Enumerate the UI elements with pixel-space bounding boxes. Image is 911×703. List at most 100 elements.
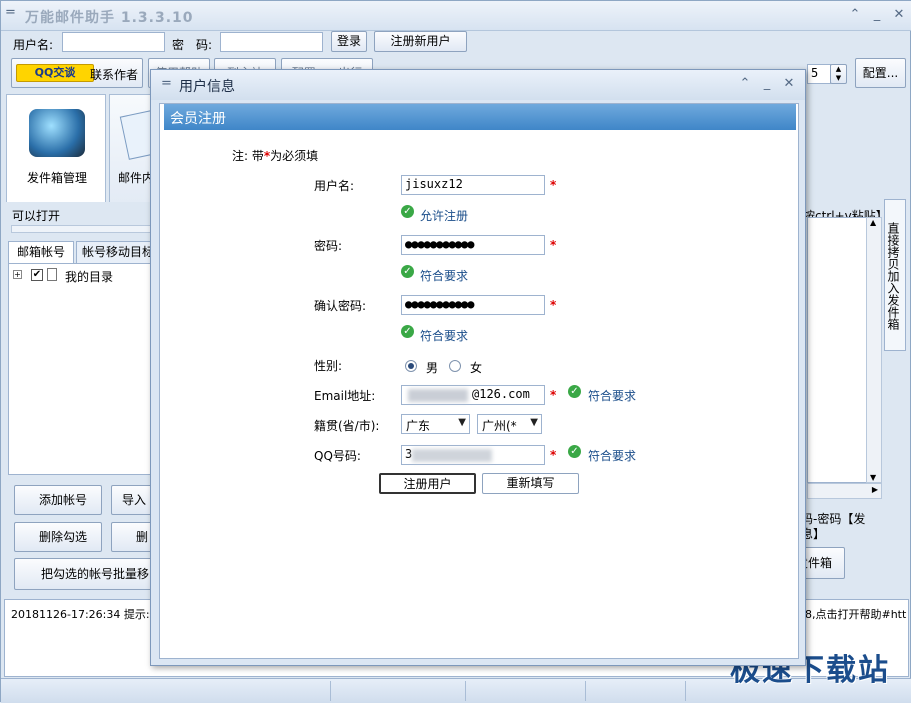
- confirm-password-status: 符合要求: [420, 329, 469, 343]
- check-ok-icon: ✓: [568, 445, 581, 458]
- dialog-close-icon[interactable]: ✕: [781, 76, 797, 92]
- horizontal-scrollbar[interactable]: ▶: [807, 483, 882, 499]
- dialog-titlebar: = 用户信息 ⌃ _ ✕: [151, 70, 805, 100]
- gender-female-label: 女: [470, 361, 483, 375]
- status-cell: [331, 681, 466, 701]
- right-list[interactable]: [807, 217, 867, 483]
- email-label: Email地址:: [314, 389, 376, 403]
- main-titlebar: = 万能邮件助手 1.3.3.10 ⌃ _ ✕: [1, 1, 911, 31]
- delete-checked-button[interactable]: 删除勾选: [14, 522, 102, 552]
- section-header: 会员注册: [164, 104, 796, 130]
- outbox-icon: [29, 109, 85, 157]
- dialog-collapse-icon[interactable]: ⌃: [737, 76, 753, 92]
- email-input[interactable]: @126.com: [401, 385, 545, 405]
- batch-move-button[interactable]: 把勾选的帐号批量移: [14, 558, 161, 590]
- username-input[interactable]: jisuxz12: [401, 175, 545, 195]
- add-account-label: 添加帐号: [38, 493, 87, 507]
- scroll-up-icon[interactable]: ▲: [870, 218, 876, 227]
- dropdown-arrow-icon: ▼: [458, 417, 466, 428]
- note-prefix: 注: 带: [232, 149, 264, 163]
- tab-paste-to-outbox[interactable]: 直接拷贝加入发件箱: [884, 199, 906, 351]
- spin-input[interactable]: 5: [807, 64, 831, 84]
- close-icon[interactable]: ✕: [891, 7, 907, 23]
- status-cell: [1, 681, 331, 701]
- qq-chat-icon: QQ交谈: [16, 64, 94, 82]
- file-icon: [47, 268, 57, 281]
- tab-mail-content-label: 邮件内: [118, 171, 155, 185]
- email-status: 符合要求: [588, 389, 637, 403]
- check-ok-icon: ✓: [568, 385, 581, 398]
- origin-label: 籍贯(省/市):: [314, 419, 380, 433]
- qq-status: 符合要求: [588, 449, 637, 463]
- window-title: 万能邮件助手 1.3.3.10: [25, 10, 194, 26]
- city-value: 广州(*: [482, 419, 517, 433]
- minimize-icon[interactable]: _: [869, 7, 885, 23]
- check-ok-icon: ✓: [401, 265, 414, 278]
- scroll-down-icon[interactable]: ▼: [870, 473, 876, 482]
- log-help-link[interactable]: 8,点击打开帮助#htt: [805, 606, 906, 622]
- login-username-label: 用户名:: [13, 38, 54, 52]
- login-password-label: 密 码:: [172, 38, 213, 52]
- user-info-dialog: = 用户信息 ⌃ _ ✕ 会员注册 注: 带*为必须填 用户名: jisuxz1…: [150, 69, 806, 666]
- scroll-right-icon[interactable]: ▶: [872, 485, 878, 494]
- status-cell: [586, 681, 686, 701]
- login-password-input[interactable]: [220, 32, 323, 52]
- dialog-body: 会员注册 注: 带*为必须填 用户名: jisuxz12 * ✓ 允许注册 密码…: [159, 103, 799, 659]
- dropdown-arrow-icon: ▼: [530, 417, 538, 428]
- tab-outbox-label: 发件箱管理: [26, 171, 87, 185]
- contact-author-button[interactable]: QQ交谈 联系作者: [11, 58, 143, 88]
- dialog-menu-icon[interactable]: =: [161, 76, 172, 91]
- register-new-user-button[interactable]: 注册新用户: [374, 31, 467, 52]
- collapse-icon[interactable]: ⌃: [847, 7, 863, 23]
- tree-root-label: 我的目录: [65, 270, 114, 284]
- confirm-password-label: 确认密码:: [314, 299, 367, 313]
- password-label: 密码:: [314, 239, 343, 253]
- province-value: 广东: [406, 419, 431, 433]
- required-star: *: [550, 238, 557, 252]
- contact-author-label: 联系作者: [90, 68, 139, 82]
- email-value: @126.com: [472, 387, 530, 401]
- username-label: 用户名:: [314, 179, 355, 193]
- login-username-input[interactable]: [62, 32, 165, 52]
- note-suffix: 为必须填: [270, 149, 319, 163]
- password-input[interactable]: ●●●●●●●●●●●: [401, 235, 545, 255]
- gender-male-label: 男: [426, 361, 439, 375]
- add-account-button[interactable]: 添加帐号: [14, 485, 102, 515]
- check-ok-icon: ✓: [401, 325, 414, 338]
- reset-form-button[interactable]: 重新填写: [482, 473, 579, 494]
- gender-female-radio[interactable]: [449, 360, 461, 372]
- confirm-password-input[interactable]: ●●●●●●●●●●●: [401, 295, 545, 315]
- city-select[interactable]: 广州(* ▼: [477, 414, 542, 434]
- tab-outbox-manage[interactable]: 发件箱管理: [6, 94, 106, 202]
- config-button[interactable]: 配置...: [855, 58, 906, 88]
- password-status: 符合要求: [420, 269, 469, 283]
- checkbox-icon[interactable]: ✔: [31, 269, 43, 281]
- login-button[interactable]: 登录: [331, 31, 367, 52]
- qq-label: QQ号码:: [314, 449, 361, 463]
- register-user-button[interactable]: 注册用户: [379, 473, 476, 494]
- account-tree[interactable]: + ✔ 我的目录: [8, 263, 158, 475]
- expand-icon[interactable]: +: [13, 270, 22, 279]
- dialog-minimize-icon[interactable]: _: [759, 76, 775, 92]
- status-cell: [466, 681, 586, 701]
- can-open-label: 可以打开: [12, 209, 61, 223]
- username-status: 允许注册: [420, 209, 469, 223]
- tab-mail-accounts[interactable]: 邮箱帐号: [8, 241, 74, 263]
- dialog-title: 用户信息: [179, 79, 235, 95]
- qq-input[interactable]: 3: [401, 445, 545, 465]
- required-star: *: [550, 178, 557, 192]
- spin-arrows-icon[interactable]: ▲ ▼: [830, 64, 847, 84]
- tab-move-target[interactable]: 帐号移动目标: [76, 241, 156, 263]
- required-star: *: [550, 298, 557, 312]
- required-note: 注: 带*为必须填: [232, 147, 318, 164]
- system-menu-icon[interactable]: =: [5, 5, 16, 20]
- blurred-text: [412, 449, 492, 462]
- vertical-scrollbar[interactable]: ▲ ▼: [866, 217, 882, 483]
- delete-checked-label: 删除勾选: [38, 530, 87, 544]
- province-select[interactable]: 广东 ▼: [401, 414, 470, 434]
- check-ok-icon: ✓: [401, 205, 414, 218]
- required-star: *: [550, 388, 557, 402]
- gender-male-radio[interactable]: [405, 360, 417, 372]
- required-star: *: [550, 448, 557, 462]
- progress-strip: [11, 225, 156, 233]
